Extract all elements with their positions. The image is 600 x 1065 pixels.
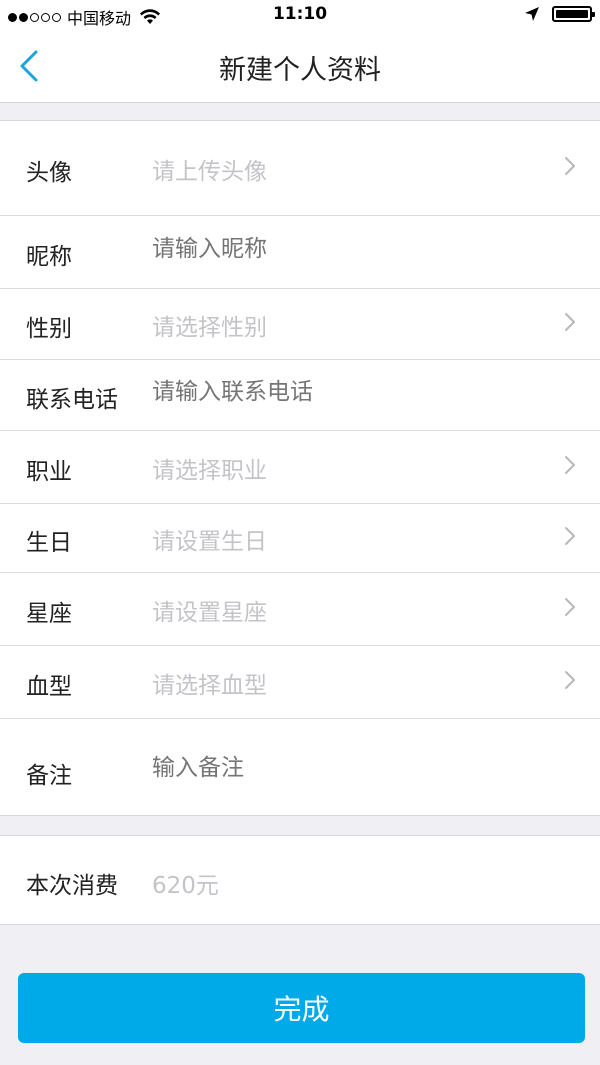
form-field-occupation[interactable]: 请选择职业: [152, 451, 532, 485]
form-field-gender[interactable]: 请选择性别: [152, 308, 532, 342]
page-title: 新建个人资料: [219, 55, 381, 86]
form-label-note: 备注: [26, 763, 72, 789]
done-button[interactable]: 完成: [18, 973, 585, 1043]
form-label-nickname: 昵称: [26, 244, 72, 270]
consumption-value: 620元: [152, 873, 219, 899]
form-row-phone[interactable]: 联系电话: [0, 360, 600, 431]
battery-icon: [552, 6, 595, 22]
consumption-row: 本次消费 620元: [0, 836, 600, 924]
chevron-right-icon: [565, 671, 575, 689]
form-row-gender[interactable]: 性别 请选择性别: [0, 289, 600, 360]
form-row-note[interactable]: 备注: [0, 719, 600, 823]
form-field-nickname[interactable]: [152, 236, 532, 262]
form-field-phone[interactable]: [152, 379, 532, 405]
profile-form: 头像 请上传头像昵称性别 请选择性别联系电话职业 请选择职业生日 请设置生日星座 请设置星…: [0, 120, 600, 816]
consumption-section: 本次消费 620元: [0, 835, 600, 925]
form-label-gender: 性别: [26, 316, 72, 342]
chevron-right-icon: [565, 598, 575, 616]
status-bar: 中国移动 11:10: [0, 0, 600, 32]
form-label-blood-type: 血型: [26, 674, 72, 700]
form-label-birthday: 生日: [26, 530, 72, 556]
form-row-nickname[interactable]: 昵称: [0, 216, 600, 289]
status-time: 11:10: [272, 4, 328, 24]
form-field-zodiac[interactable]: 请设置星座: [152, 593, 532, 627]
form-label-occupation: 职业: [26, 459, 72, 485]
form-field-avatar[interactable]: 请上传头像: [152, 152, 532, 186]
form-field-birthday[interactable]: 请设置生日: [152, 522, 532, 556]
form-label-avatar: 头像: [26, 160, 72, 186]
form-label-phone: 联系电话: [26, 387, 118, 413]
consumption-label: 本次消费: [26, 873, 118, 899]
form-row-blood-type[interactable]: 血型 请选择血型: [0, 646, 600, 719]
form-row-zodiac[interactable]: 星座 请设置星座: [0, 573, 600, 646]
form-row-occupation[interactable]: 职业 请选择职业: [0, 431, 600, 504]
status-right: [524, 6, 595, 22]
form-field-blood-type[interactable]: 请选择血型: [152, 666, 532, 700]
chevron-right-icon: [565, 157, 575, 175]
chevron-right-icon: [565, 313, 575, 331]
form-field-note[interactable]: [152, 755, 532, 781]
location-arrow-icon: [525, 7, 539, 21]
form-row-birthday[interactable]: 生日 请设置生日: [0, 504, 600, 573]
navigation-bar: 新建个人资料: [0, 32, 600, 103]
form-row-avatar[interactable]: 头像 请上传头像: [0, 121, 600, 216]
form-label-zodiac: 星座: [26, 601, 72, 627]
chevron-right-icon: [565, 456, 575, 474]
chevron-right-icon: [565, 527, 575, 545]
